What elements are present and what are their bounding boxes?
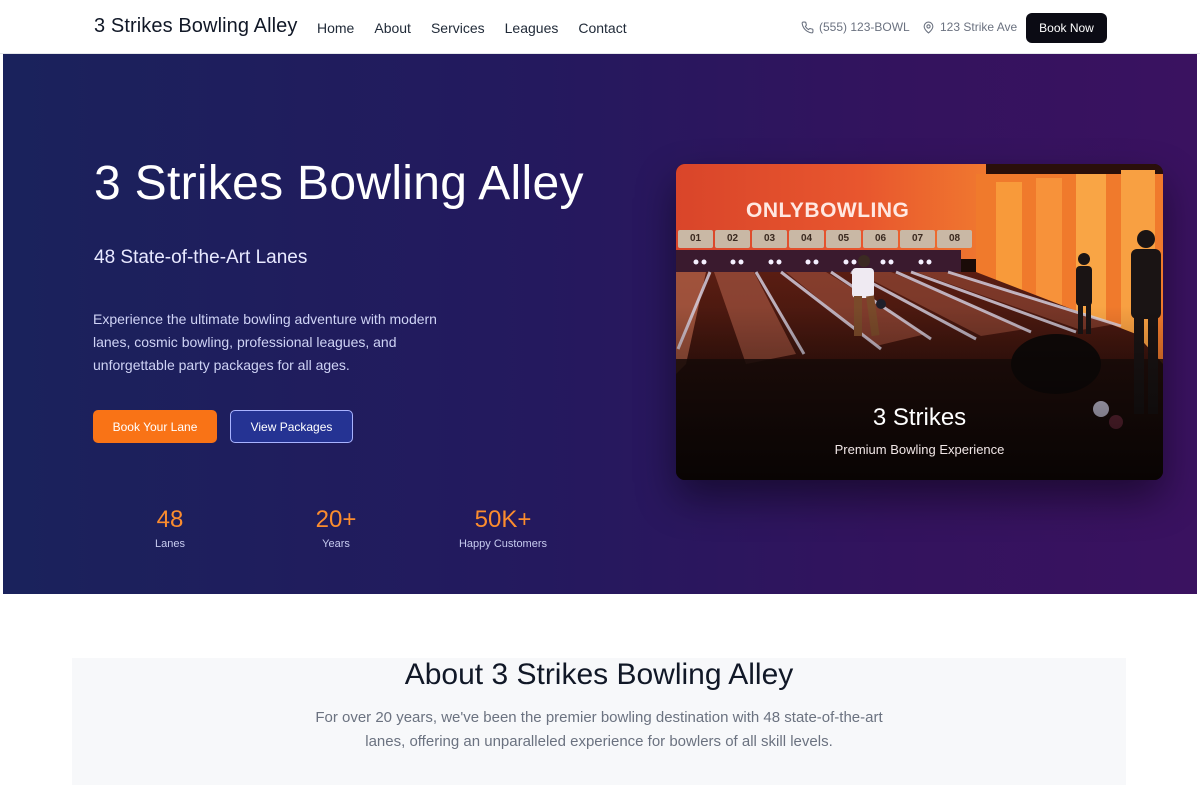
lane-number: 07	[900, 230, 935, 248]
stat-value: 20+	[315, 506, 357, 533]
stat-label: Lanes	[155, 538, 185, 550]
stat-years: 20+ Years	[276, 506, 396, 550]
nav-about[interactable]: About	[374, 20, 411, 36]
lane-number: 05	[826, 230, 861, 248]
stat-lanes: 48 Lanes	[110, 506, 230, 550]
hero-image: ONLYBOWLING 01 02 03 04 05 06 07 08 3 St…	[676, 164, 1163, 480]
view-packages-button[interactable]: View Packages	[230, 410, 353, 443]
map-pin-icon	[923, 21, 934, 33]
stat-value: 50K+	[474, 506, 532, 533]
hero-section: 3 Strikes Bowling Alley 48 State-of-the-…	[3, 54, 1197, 594]
main-nav: Home About Services Leagues Contact	[317, 20, 627, 36]
hero-subtitle: 48 State-of-the-Art Lanes	[94, 247, 308, 268]
lane-number: 04	[789, 230, 824, 248]
about-title: About 3 Strikes Bowling Alley	[404, 658, 794, 691]
nav-home[interactable]: Home	[317, 20, 354, 36]
phone-icon	[801, 21, 814, 33]
about-description: For over 20 years, we've been the premie…	[315, 709, 883, 750]
lane-number: 03	[752, 230, 787, 248]
book-now-button[interactable]: Book Now	[1026, 13, 1107, 43]
stat-value: 48	[156, 506, 184, 533]
lane-number: 06	[863, 230, 898, 248]
venue-sign: ONLYBOWLING	[746, 199, 910, 222]
stat-label: Years	[322, 538, 350, 550]
image-caption-subtitle: Premium Bowling Experience	[834, 442, 1005, 457]
hero-title: 3 Strikes Bowling Alley	[94, 157, 584, 210]
nav-services[interactable]: Services	[431, 20, 485, 36]
image-caption-title: 3 Strikes	[872, 404, 967, 431]
nav-contact[interactable]: Contact	[578, 20, 626, 36]
address-contact[interactable]: 123 Strike Ave	[922, 20, 1017, 34]
nav-leagues[interactable]: Leagues	[505, 20, 559, 36]
lane-number: 08	[937, 230, 972, 248]
address-text: 123 Strike Ave	[940, 20, 1018, 34]
lane-number: 02	[715, 230, 750, 248]
lane-number: 01	[678, 230, 713, 248]
about-section: About 3 Strikes Bowling Alley For over 2…	[72, 658, 1126, 785]
brand-logo[interactable]: 3 Strikes Bowling Alley	[94, 15, 298, 38]
lane-number-signs: 01 02 03 04 05 06 07 08	[678, 230, 972, 248]
hero-description: Experience the ultimate bowling adventur…	[93, 311, 437, 373]
phone-contact[interactable]: (555) 123-BOWL	[801, 20, 910, 34]
phone-number: (555) 123-BOWL	[819, 20, 910, 34]
book-your-lane-button[interactable]: Book Your Lane	[93, 410, 217, 443]
stat-customers: 50K+ Happy Customers	[443, 506, 563, 550]
stat-label: Happy Customers	[458, 538, 548, 550]
site-header: 3 Strikes Bowling Alley Home About Servi…	[0, 0, 1200, 54]
